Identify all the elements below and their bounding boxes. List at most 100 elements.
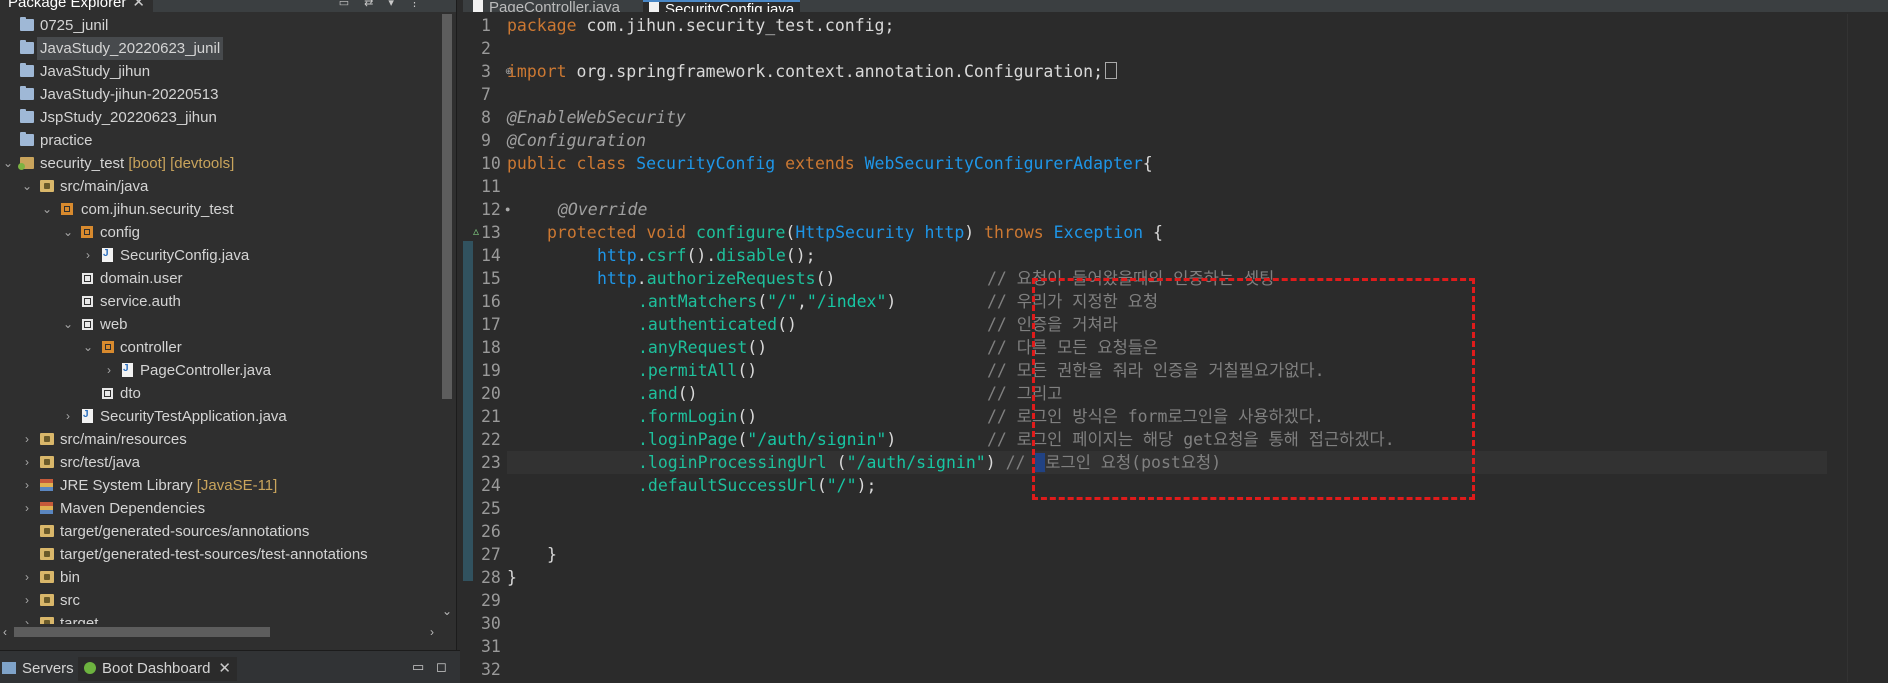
tree-item-target[interactable]: › target	[0, 612, 438, 624]
code-token: {	[1142, 154, 1153, 173]
tree-item-0725-junil[interactable]: 0725_junil	[0, 14, 438, 37]
tree-item-config[interactable]: ⌄ config	[0, 221, 438, 244]
tree-item-generated-sources[interactable]: target/generated-sources/annotations	[0, 520, 438, 543]
tree-item-label: SecurityConfig.java	[120, 247, 250, 264]
code-line: }	[507, 568, 517, 587]
code-token: )	[964, 223, 985, 242]
line-number: 31	[481, 637, 501, 656]
tree-item-securityconfig-java[interactable]: › SecurityConfig.java	[0, 242, 438, 267]
tab-servers[interactable]: Servers	[2, 657, 74, 681]
maximize-icon[interactable]: ◻	[436, 659, 447, 675]
bottom-panel-tabbar: Servers Boot Dashboard ✕ ▭ ◻	[0, 650, 460, 683]
source-folder-icon	[40, 525, 54, 537]
code-token: WebSecurityConfigurerAdapter	[864, 154, 1143, 173]
tree-item-dto[interactable]: dto	[0, 382, 438, 405]
tree-item-controller[interactable]: ⌄ controller	[0, 336, 438, 359]
close-icon[interactable]: ✕	[218, 660, 231, 677]
code-token: ()	[747, 338, 768, 357]
tab-boot-dashboard[interactable]: Boot Dashboard ✕	[78, 657, 237, 681]
tree-item-generated-test-sources[interactable]: target/generated-test-sources/test-annot…	[0, 543, 438, 566]
scrollbar-thumb[interactable]	[14, 627, 270, 637]
chevron-right-icon[interactable]: ›	[20, 451, 34, 474]
tree-item-securitytestapplication-java[interactable]: › SecurityTestApplication.java	[0, 403, 438, 428]
code-line: protected void configure(HttpSecurity ht…	[507, 221, 1827, 244]
tree-item-package-root[interactable]: ⌄ com.jihun.security_test	[0, 198, 438, 221]
chevron-right-icon[interactable]: ›	[20, 589, 34, 612]
folded-imports-icon[interactable]	[1105, 62, 1118, 79]
tab-securityconfig-java[interactable]: SecurityConfig.java	[643, 0, 801, 12]
editor-tabbar: PageController.java SecurityConfig.java	[463, 0, 1888, 12]
chevron-down-icon[interactable]: ⌄	[61, 221, 75, 244]
tree-item-src-test-java[interactable]: › src/test/java	[0, 451, 438, 474]
scroll-right-icon[interactable]: ›	[430, 624, 434, 640]
tree-item-label: bin	[60, 569, 81, 586]
tree-item-label: dto	[120, 385, 141, 402]
chevron-down-icon[interactable]: ⌄	[1, 152, 15, 175]
code-token: (	[816, 476, 827, 495]
chevron-down-icon[interactable]: ⌄	[20, 175, 34, 198]
code-token: .	[636, 269, 647, 288]
overview-ruler[interactable]	[1847, 14, 1888, 682]
chevron-right-icon[interactable]: ›	[102, 359, 116, 382]
tab-pagecontroller-java[interactable]: PageController.java	[467, 0, 626, 12]
server-icon	[2, 662, 16, 674]
project-tree: 0725_junil JavaStudy_20220623_junil Java…	[0, 14, 438, 624]
chevron-right-icon[interactable]: ›	[61, 405, 75, 428]
source-folder-icon	[40, 180, 54, 192]
tree-item-security-test[interactable]: ⌄ security_test [boot] [devtools]	[0, 152, 438, 175]
chevron-right-icon[interactable]: ›	[20, 497, 34, 520]
tree-item-label-wrap: security_test [boot] [devtools]	[40, 152, 234, 175]
code-token: import	[507, 62, 567, 81]
tree-item-service-auth[interactable]: service.auth	[0, 290, 438, 313]
tree-item-label: 0725_junil	[40, 17, 109, 34]
code-token: "/"	[767, 292, 797, 311]
code-comment: // 로그인 방식은 form로그인을 사용하겠다.	[987, 407, 1324, 426]
chevron-right-icon[interactable]: ›	[20, 612, 34, 624]
package-explorer-tab[interactable]: Package Explorer ✕	[0, 0, 153, 12]
chevron-right-icon[interactable]: ›	[20, 428, 34, 451]
tree-item-domain-user[interactable]: domain.user	[0, 267, 438, 290]
scrollbar-thumb[interactable]	[442, 14, 452, 399]
explorer-horizontal-scrollbar[interactable]: ‹ ›	[0, 624, 438, 640]
tree-item-jre-system-library[interactable]: › JRE System Library [JavaSE-11]	[0, 474, 438, 497]
tree-item-src-main-java[interactable]: ⌄ src/main/java	[0, 175, 438, 198]
tree-item-label: PageController.java	[140, 362, 271, 379]
tree-item-practice[interactable]: practice	[0, 129, 438, 152]
code-token: (	[757, 292, 768, 311]
override-marker-icon[interactable]: ▵	[473, 224, 479, 238]
minimize-icon[interactable]: ▭	[412, 659, 424, 675]
chevron-right-icon[interactable]: ›	[20, 566, 34, 589]
tree-item-pagecontroller-java[interactable]: › PageController.java	[0, 357, 438, 382]
chevron-down-icon[interactable]: ⌄	[81, 336, 95, 359]
tree-item-bin[interactable]: › bin	[0, 566, 438, 589]
close-icon[interactable]: ✕	[132, 0, 145, 11]
line-number: 11	[481, 177, 501, 196]
tree-item-jspstudy[interactable]: JspStudy_20220623_jihun	[0, 106, 438, 129]
tree-item-src-main-resources[interactable]: › src/main/resources	[0, 428, 438, 451]
chevron-down-icon[interactable]: ⌄	[40, 198, 54, 221]
code-token: )	[985, 453, 1006, 472]
line-number: 20	[481, 384, 501, 403]
code-line: @EnableWebSecurity	[507, 108, 686, 127]
view-toolbar-icons[interactable]: ▭ ⇄ ▾ ⋮	[339, 0, 426, 12]
scroll-down-icon[interactable]: ⌄	[442, 604, 452, 618]
tree-item-javastudy-jihun-20220513[interactable]: JavaStudy-jihun-20220513	[0, 83, 438, 106]
code-line-current: .loginProcessingUrl ("/auth/signin") // …	[507, 451, 1827, 474]
tree-item-web[interactable]: ⌄ web	[0, 313, 438, 336]
tree-item-label: src/main/java	[60, 178, 149, 195]
tree-item-src[interactable]: › src	[0, 589, 438, 612]
tree-item-label: JavaStudy_jihun	[40, 63, 151, 80]
tree-item-javastudy-20220623-junil[interactable]: JavaStudy_20220623_junil	[0, 37, 438, 60]
tree-item-javastudy-jihun[interactable]: JavaStudy_jihun	[0, 60, 438, 83]
scroll-left-icon[interactable]: ‹	[3, 624, 7, 640]
chevron-right-icon[interactable]: ›	[20, 474, 34, 497]
code-lines[interactable]: package com.jihun.security_test.config; …	[507, 14, 1827, 682]
tree-item-label: SecurityTestApplication.java	[100, 408, 287, 425]
package-icon	[102, 341, 114, 353]
explorer-vertical-scrollbar[interactable]: ⌄	[438, 12, 456, 624]
editor-body[interactable]: 1 2 3 ⊕ 7 8 9 10 11 12 ● 13 ▵ 14 15 16 1…	[463, 14, 1888, 682]
tree-item-maven-dependencies[interactable]: › Maven Dependencies	[0, 497, 438, 520]
chevron-right-icon[interactable]: ›	[81, 244, 95, 267]
chevron-down-icon[interactable]: ⌄	[61, 313, 75, 336]
code-token: HttpSecurity	[795, 223, 915, 242]
